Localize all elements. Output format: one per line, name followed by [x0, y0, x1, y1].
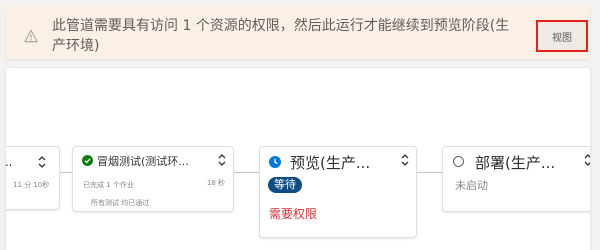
stage-duration: 18 秒: [206, 179, 225, 187]
stage-connector: [234, 172, 259, 173]
view-button-label: 视图: [542, 25, 582, 47]
expand-chevron-icon[interactable]: [37, 155, 47, 169]
stage-connector: [417, 172, 442, 173]
stage-card-build[interactable]: ... 11 分 10秒: [6, 146, 60, 210]
permission-warning-banner: 此管道需要具有访问 1 个资源的权限，然后此运行才能继续到预览阶段(生产环境) …: [6, 5, 590, 59]
stage-name: 部署(生产...: [475, 154, 556, 172]
tests-passed-text: 所有测试 均已通过: [91, 199, 150, 207]
stage-name: 预览(生产...: [290, 154, 371, 172]
not-started-icon: [453, 156, 464, 167]
permission-needed-link[interactable]: 需要权限: [269, 205, 317, 222]
stage-card-smoke-test[interactable]: 冒烟测试(测试环... 18 秒 已完成 1 个作业 所有测试 均已通过: [72, 146, 234, 212]
waiting-badge: 等待: [268, 177, 302, 193]
stage-card-preview[interactable]: 预览(生产... 等待 需要权限: [259, 146, 417, 238]
stage-status: 未启动: [455, 179, 488, 192]
jobs-completed-text: 已完成 1 个作业: [83, 181, 134, 189]
view-button[interactable]: 视图: [536, 20, 588, 52]
pipeline-stages-panel: ... 11 分 10秒 冒烟测试(测试环... 18 秒 已完成 1 个作业 …: [6, 68, 590, 250]
expand-chevron-icon[interactable]: [400, 153, 410, 167]
stage-name: 冒烟测试(测试环...: [97, 155, 189, 168]
banner-message: 此管道需要具有访问 1 个资源的权限，然后此运行才能继续到预览阶段(生产环境): [52, 18, 510, 54]
expand-chevron-icon[interactable]: [217, 153, 227, 167]
stage-card-deploy[interactable]: 部署(生产... 未启动: [442, 146, 590, 212]
expand-chevron-icon[interactable]: [583, 153, 590, 167]
success-check-icon: [82, 155, 93, 166]
stage-connector: [60, 172, 72, 173]
clock-icon: [269, 156, 281, 168]
stage-name: ...: [6, 155, 13, 169]
warning-icon: [24, 29, 38, 43]
stage-duration: 11 分 10秒: [13, 181, 50, 189]
